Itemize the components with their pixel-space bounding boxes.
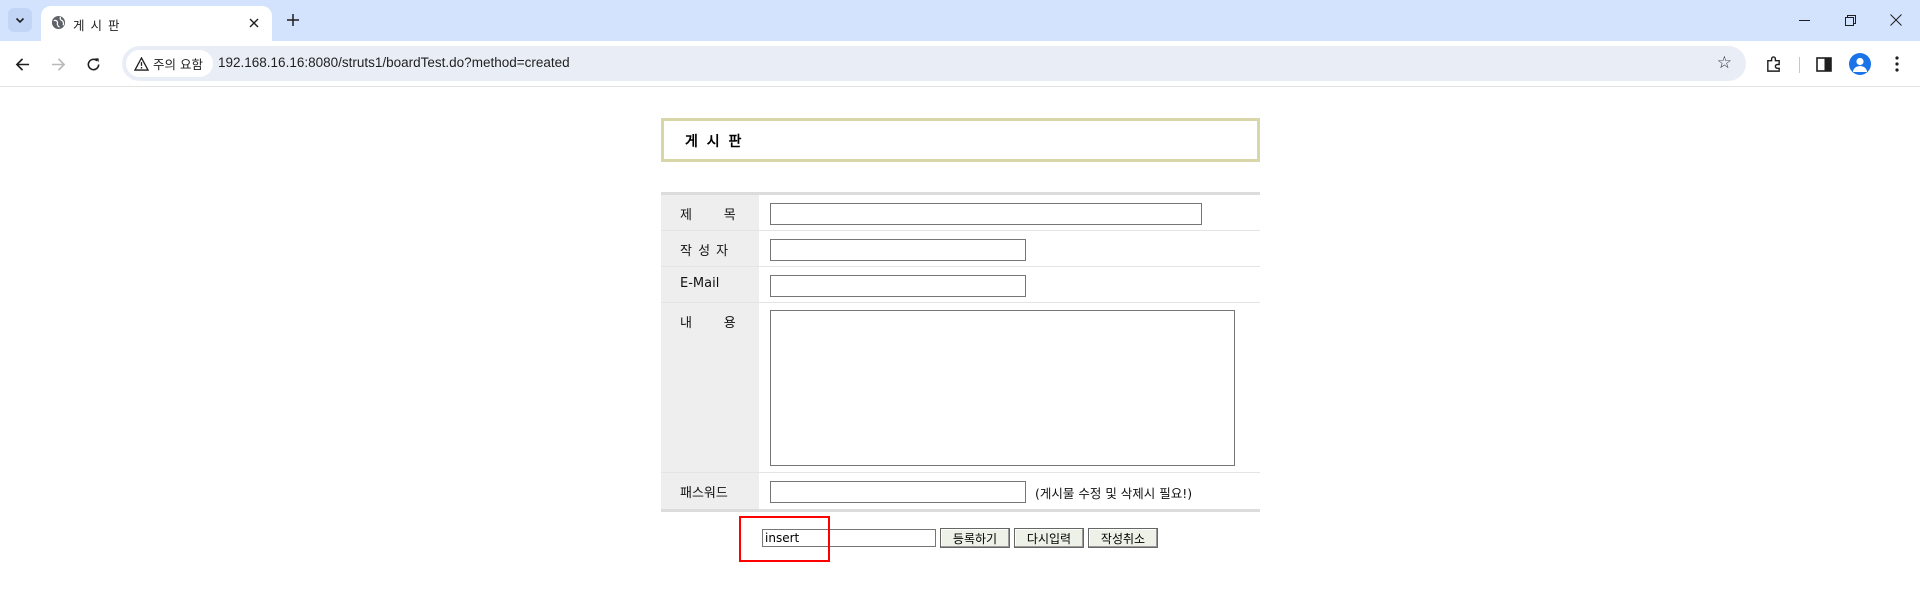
email-row: E-Mail [661, 267, 1260, 303]
back-button[interactable] [9, 51, 35, 77]
highlight-annotation [739, 516, 830, 562]
chevron-down-icon [15, 17, 25, 24]
author-input[interactable] [770, 239, 1026, 261]
reload-icon [87, 57, 99, 70]
close-icon [1890, 14, 1902, 26]
author-label: 작 성 자 [680, 244, 730, 259]
arrow-right-icon [51, 57, 65, 71]
star-icon[interactable]: ☆ [1717, 53, 1732, 73]
content-label-cell: 내 용 [661, 303, 759, 472]
content-label: 내 용 [680, 316, 737, 331]
extensions-icon[interactable] [1762, 53, 1784, 75]
toolbar-divider [1799, 57, 1800, 73]
url-text[interactable]: 192.168.16.16:8080/struts1/boardTest.do?… [218, 55, 570, 70]
cancel-button[interactable]: 작성취소 [1088, 528, 1158, 548]
author-label-cell: 작 성 자 [661, 231, 759, 266]
minimize-icon [1798, 19, 1810, 21]
page-title: 게 시 판 [685, 134, 744, 150]
submit-button[interactable]: 등록하기 [940, 528, 1010, 548]
email-label-cell: E-Mail [661, 267, 759, 302]
content-textarea[interactable] [770, 310, 1235, 466]
forward-button[interactable] [45, 51, 71, 77]
author-row: 작 성 자 [661, 231, 1260, 267]
tab-search-button[interactable] [8, 8, 32, 32]
close-window-button[interactable] [1876, 5, 1916, 35]
security-chip[interactable]: 주의 요함 [126, 50, 213, 77]
password-row: 패스워드 (게시물 수정 및 삭제시 필요!) [661, 473, 1260, 509]
email-input[interactable] [770, 275, 1026, 297]
active-tab[interactable]: 게 시 판 [41, 6, 272, 41]
subject-row: 제 목 [661, 195, 1260, 231]
plus-icon [287, 14, 299, 26]
email-label: E-Mail [680, 276, 720, 291]
subject-input[interactable] [770, 203, 1202, 225]
subject-label: 제 목 [680, 208, 737, 223]
globe-icon [50, 14, 66, 30]
board-header: 게 시 판 [661, 118, 1260, 162]
minimize-button[interactable] [1784, 5, 1824, 35]
password-label: 패스워드 [680, 486, 728, 501]
password-hint: (게시물 수정 및 삭제시 필요!) [1035, 486, 1193, 501]
tab-strip: 게 시 판 [0, 0, 1920, 41]
tab-title: 게 시 판 [73, 18, 121, 33]
profile-avatar-icon[interactable] [1849, 53, 1871, 75]
side-panel-icon[interactable] [1813, 53, 1835, 75]
restore-icon [1844, 14, 1856, 26]
address-bar[interactable]: 주의 요함 192.168.16.16:8080/struts1/boardTe… [122, 46, 1746, 81]
warning-icon [134, 56, 149, 71]
security-chip-label: 주의 요함 [153, 57, 203, 72]
close-tab-icon[interactable] [244, 13, 264, 33]
password-input[interactable] [770, 481, 1026, 503]
new-tab-button[interactable] [281, 8, 305, 32]
arrow-left-icon [15, 57, 29, 71]
subject-label-cell: 제 목 [661, 195, 759, 230]
browser-toolbar: 주의 요함 192.168.16.16:8080/struts1/boardTe… [0, 41, 1920, 87]
restore-button[interactable] [1830, 5, 1870, 35]
reload-button[interactable] [80, 51, 106, 77]
write-form: 제 목 작 성 자 E-Mail 내 용 패스워드 (게시물 수정 및 삭제시 … [661, 192, 1260, 512]
content-row: 내 용 [661, 303, 1260, 473]
more-menu-icon[interactable] [1886, 53, 1908, 75]
password-label-cell: 패스워드 [661, 473, 759, 509]
reset-button[interactable]: 다시입력 [1014, 528, 1084, 548]
